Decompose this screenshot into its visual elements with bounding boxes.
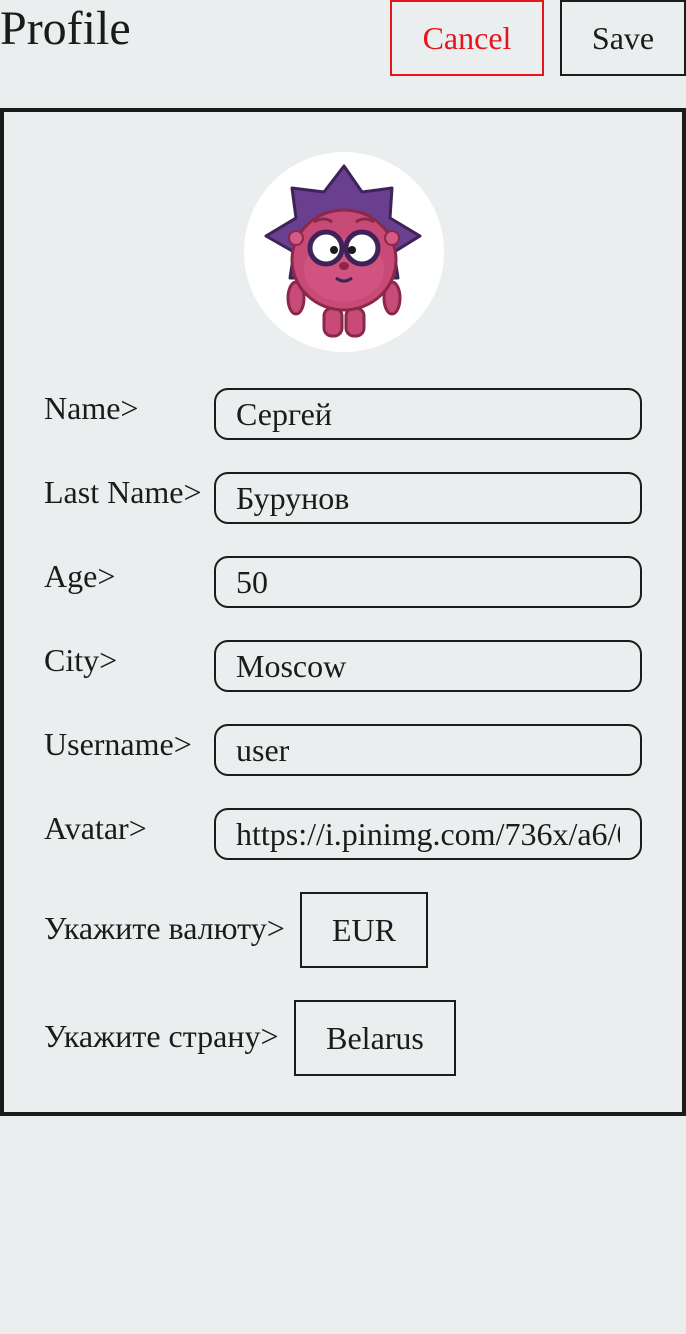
age-label: Age> — [44, 558, 116, 594]
age-row: Age> — [44, 556, 644, 608]
city-row: City> — [44, 640, 644, 692]
username-label: Username> — [44, 726, 192, 762]
last-name-input[interactable] — [214, 472, 642, 524]
hedgehog-avatar-icon — [264, 164, 422, 338]
currency-row: Укажите валюту> EUR — [44, 892, 644, 968]
page-title: Profile — [0, 2, 131, 55]
header: Profile Cancel Save — [0, 0, 686, 108]
username-row: Username> — [44, 724, 644, 776]
country-label: Укажите страну> — [44, 1018, 279, 1054]
save-button[interactable]: Save — [560, 0, 686, 76]
cancel-button[interactable]: Cancel — [390, 0, 544, 76]
avatar-url-label: Avatar> — [44, 810, 147, 846]
currency-label: Укажите валюту> — [44, 910, 285, 946]
last-name-label: Last Name> — [44, 474, 202, 510]
country-select[interactable]: Belarus — [294, 1000, 456, 1076]
avatar-url-row: Avatar> — [44, 808, 644, 860]
name-input[interactable] — [214, 388, 642, 440]
city-input[interactable] — [214, 640, 642, 692]
avatar-url-input[interactable] — [214, 808, 642, 860]
profile-card: Name> Last Name> Age> City> Username> Av… — [0, 108, 686, 1116]
currency-select[interactable]: EUR — [300, 892, 428, 968]
username-input[interactable] — [214, 724, 642, 776]
country-row: Укажите страну> Belarus — [44, 1000, 644, 1076]
city-label: City> — [44, 642, 118, 678]
last-name-row: Last Name> — [44, 472, 644, 524]
name-label: Name> — [44, 390, 139, 426]
avatar — [244, 152, 444, 352]
name-row: Name> — [44, 388, 644, 440]
age-input[interactable] — [214, 556, 642, 608]
